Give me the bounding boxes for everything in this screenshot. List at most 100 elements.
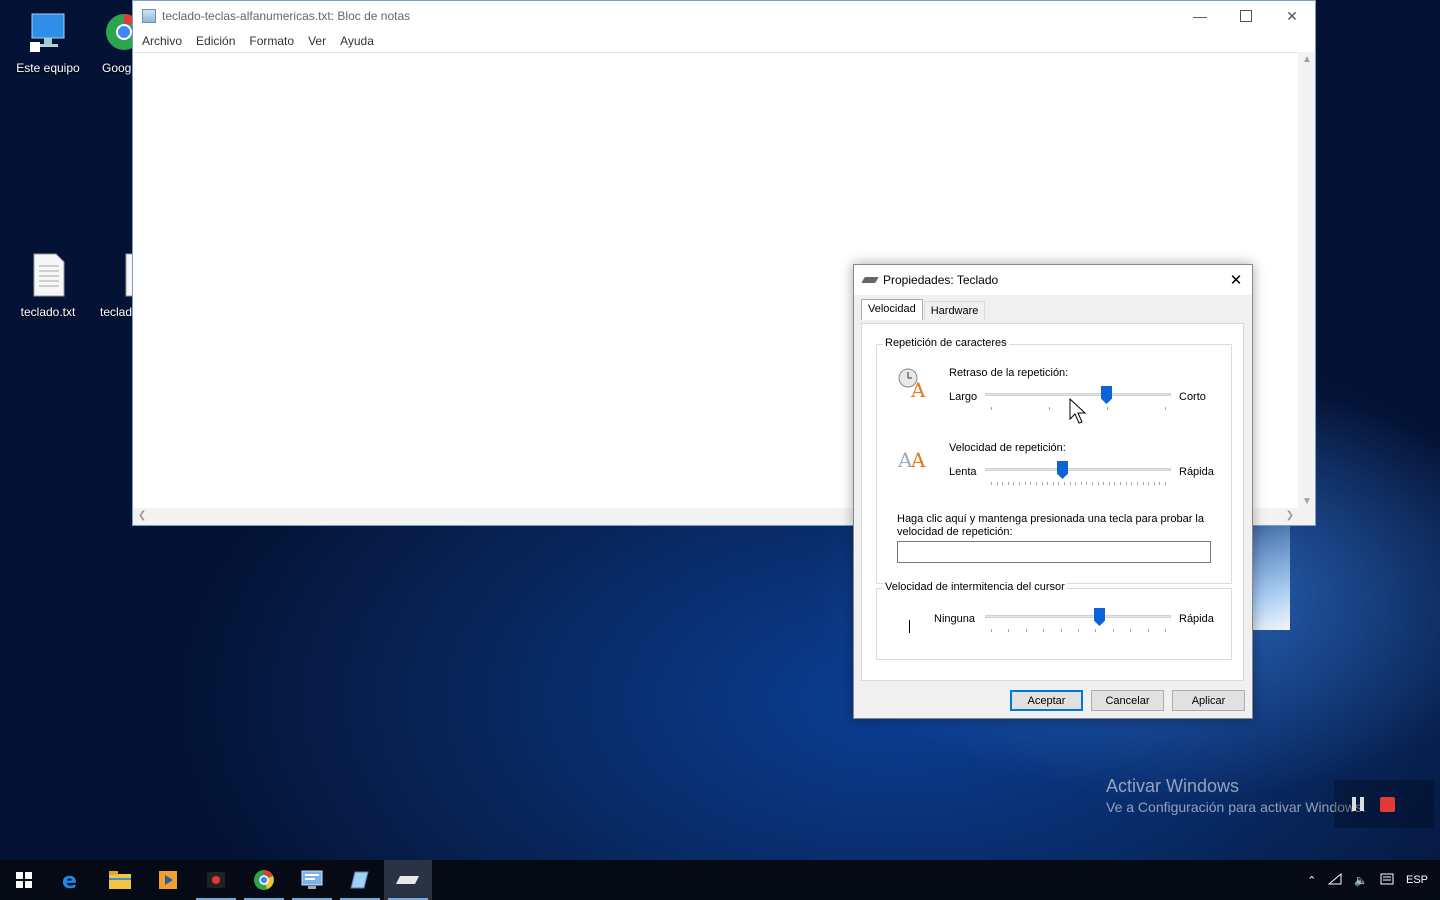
taskbar-screen-recorder[interactable] [192, 860, 240, 900]
dialog-close-button[interactable]: ✕ [1220, 271, 1252, 289]
slider-tick [1049, 407, 1050, 410]
slider-track[interactable] [985, 468, 1171, 471]
volume-icon[interactable]: 🔈 [1348, 874, 1374, 887]
notepad-titlebar[interactable]: teclado-teclas-alfanumericas.txt: Bloc d… [133, 1, 1315, 31]
desktop-icon-label: teclado.txt [20, 305, 76, 319]
stop-record-icon[interactable] [1380, 796, 1395, 812]
chrome-icon [102, 10, 132, 57]
test-instructions: Haga clic aquí y mantenga presionada una… [897, 513, 1204, 538]
slider-track[interactable] [985, 393, 1171, 396]
slider-tick [1143, 482, 1144, 485]
delay-min-label: Largo [949, 391, 978, 403]
taskbar-keyboard-properties[interactable] [384, 860, 432, 900]
desktop-icon-este-equipo[interactable]: Este equipo [8, 10, 88, 75]
menu-archivo[interactable]: Archivo [135, 34, 189, 48]
maximize-button[interactable] [1223, 1, 1269, 31]
tab-hardware[interactable]: Hardware [923, 301, 986, 320]
scroll-down-icon[interactable]: ▼ [1302, 496, 1312, 507]
slider-tick [1114, 482, 1115, 485]
keyboard-icon [861, 277, 879, 283]
text-cursor-icon [909, 620, 910, 633]
slider-tick [1120, 482, 1121, 485]
slider-tick [1103, 482, 1104, 485]
desktop-icon-chrome[interactable]: Goog [84, 10, 132, 75]
slider-tick [1075, 482, 1076, 485]
keyboard-properties-dialog: Propiedades: Teclado ✕ Velocidad Hardwar… [853, 264, 1253, 719]
slider-tick [1061, 629, 1062, 632]
vertical-scrollbar[interactable]: ▲ ▼ [1298, 52, 1315, 509]
media-player-icon [159, 871, 177, 889]
slider-thumb[interactable] [1101, 386, 1112, 404]
file-explorer-icon [109, 871, 131, 889]
notepad-icon [142, 9, 156, 23]
rate-slider[interactable] [985, 460, 1171, 490]
scrollbar-corner [1298, 508, 1315, 525]
action-center-icon[interactable] [1374, 873, 1400, 888]
taskbar-edge[interactable]: e [48, 860, 96, 900]
taskbar-notepad[interactable] [336, 860, 384, 900]
taskbar: e ⌃ 🔈 ESP [0, 860, 1440, 900]
repeat-group: Repetición de caracteres A Retraso de la… [876, 337, 1232, 584]
watermark-title: Activar Windows [1106, 776, 1240, 796]
input-language[interactable]: ESP [1400, 874, 1440, 886]
slider-tick [1053, 482, 1054, 485]
start-button[interactable] [0, 860, 48, 900]
slider-thumb[interactable] [1094, 608, 1105, 626]
pause-icon[interactable] [1352, 797, 1364, 811]
network-icon[interactable] [1322, 872, 1348, 888]
rate-max-label: Rápida [1179, 466, 1214, 478]
delay-max-label: Corto [1179, 391, 1206, 403]
svg-text:A: A [910, 378, 926, 399]
taskbar-file-explorer[interactable] [96, 860, 144, 900]
slider-tick [1137, 482, 1138, 485]
menu-edicion[interactable]: Edición [189, 34, 242, 48]
slider-tick [1042, 482, 1043, 485]
repeat-test-field[interactable] [897, 541, 1211, 563]
desktop-icon-label: Goog [102, 61, 132, 75]
slider-thumb[interactable] [1057, 461, 1068, 479]
blink-min-label: Ninguna [934, 613, 975, 625]
aceptar-button[interactable]: Aceptar [1010, 690, 1083, 711]
slider-tick [1148, 482, 1149, 485]
show-hidden-icons-icon[interactable]: ⌃ [1301, 874, 1322, 887]
slider-tick [1165, 407, 1166, 410]
cancelar-button[interactable]: Cancelar [1091, 690, 1164, 711]
scroll-left-icon[interactable]: ❮ [138, 510, 146, 521]
aplicar-button[interactable]: Aplicar [1172, 690, 1245, 711]
notepad-menubar: Archivo Edición Formato Ver Ayuda [133, 31, 1315, 51]
menu-ver[interactable]: Ver [301, 34, 333, 48]
taskbar-media-player[interactable] [144, 860, 192, 900]
taskbar-chrome[interactable] [240, 860, 288, 900]
menu-ayuda[interactable]: Ayuda [333, 34, 381, 48]
blink-group-label: Velocidad de intermitencia del cursor [883, 581, 1067, 593]
slider-tick [1130, 629, 1131, 632]
maximize-icon [1240, 10, 1252, 22]
scroll-up-icon[interactable]: ▲ [1302, 54, 1312, 65]
dialog-titlebar[interactable]: Propiedades: Teclado ✕ [854, 265, 1252, 295]
chrome-icon [254, 870, 274, 890]
slider-tick [997, 482, 998, 485]
taskbar-control-panel[interactable] [288, 860, 336, 900]
slider-tick [1043, 629, 1044, 632]
keyboard-icon [396, 876, 419, 884]
scroll-right-icon[interactable]: ❯ [1286, 510, 1294, 521]
tab-velocidad[interactable]: Velocidad [861, 299, 923, 320]
desktop-icon-teclado-txt[interactable]: teclado.txt [8, 252, 88, 319]
slider-tick [1154, 482, 1155, 485]
start-icon [16, 872, 32, 888]
desktop-icon-teclado-2[interactable]: teclad [84, 252, 132, 319]
computer-icon [8, 10, 88, 57]
slider-track[interactable] [985, 615, 1171, 618]
system-tray: ⌃ 🔈 ESP [1301, 860, 1440, 900]
slider-tick [1064, 482, 1065, 485]
menu-formato[interactable]: Formato [242, 34, 301, 48]
slider-tick [1036, 482, 1037, 485]
close-button[interactable]: ✕ [1269, 1, 1315, 31]
screen-recorder-icon [207, 872, 225, 888]
minimize-button[interactable]: — [1177, 1, 1223, 31]
slider-tick [1165, 629, 1166, 632]
slider-tick [1081, 482, 1082, 485]
blink-slider[interactable] [985, 607, 1171, 637]
slider-tick [1131, 482, 1132, 485]
slider-tick [1026, 629, 1027, 632]
